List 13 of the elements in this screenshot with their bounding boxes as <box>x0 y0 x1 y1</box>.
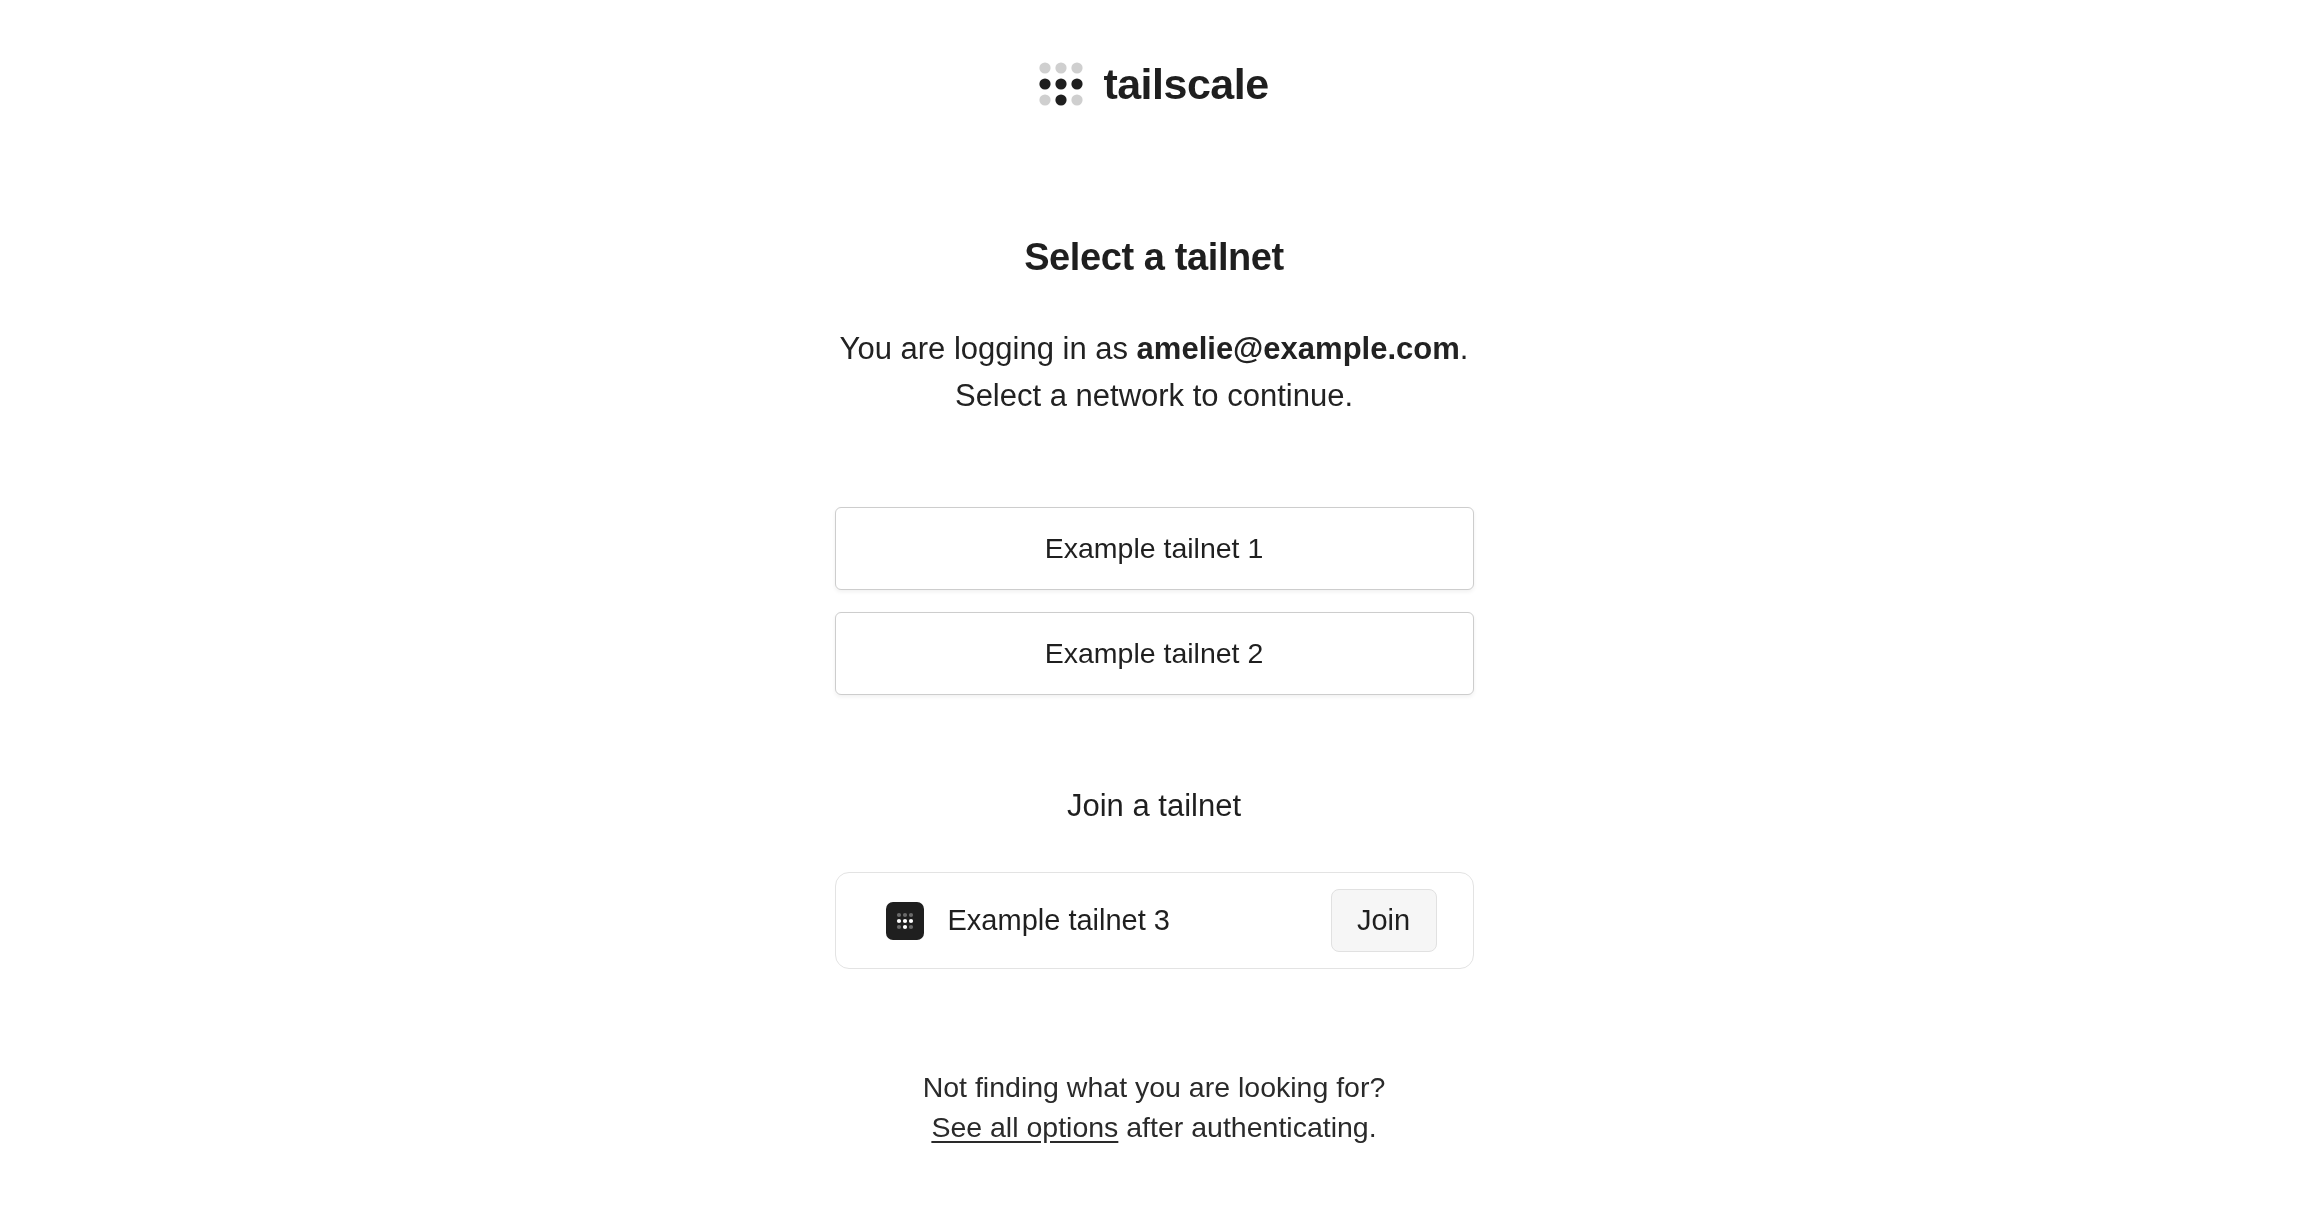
tailnet-name: Example tailnet 3 <box>947 904 1171 937</box>
see-all-options-link[interactable]: See all options <box>931 1111 1119 1143</box>
logo-text: tailscale <box>1103 61 1269 107</box>
tailnet-button[interactable]: Example tailnet 2 <box>834 612 1474 695</box>
dots-tile-icon <box>885 901 924 940</box>
section-heading: Join a tailnet <box>1066 787 1242 825</box>
footer-question: Not finding what you are looking for? <box>922 1070 1386 1105</box>
tailnet-button[interactable]: Example tailnet 1 <box>834 507 1474 590</box>
footer-text: after authenticating. <box>1126 1111 1377 1143</box>
intro-text: You are logging in as amelie@example.com. Select a network to continue. <box>839 330 1469 415</box>
dots-logo-icon <box>1039 62 1084 106</box>
page-title: Select a tailnet <box>1024 235 1284 280</box>
join-button[interactable]: Join <box>1330 889 1437 952</box>
